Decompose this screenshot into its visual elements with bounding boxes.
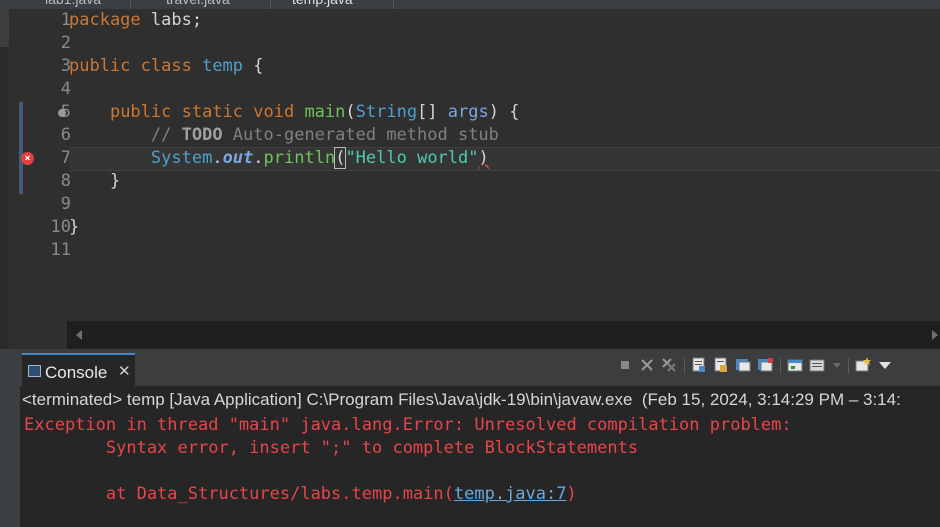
console-left-edge <box>0 349 20 527</box>
word-wrap-icon[interactable] <box>712 356 730 374</box>
code-line-1: package labs; <box>69 9 202 32</box>
line-number-gutter[interactable]: 1 2 3 4 5 6 × 7 8 9 10 11 <box>9 9 71 349</box>
line-number: 7 <box>60 148 71 168</box>
code-editor[interactable]: 1 2 3 4 5 6 × 7 8 9 10 11 package labs; … <box>9 9 940 349</box>
class-name: System <box>150 148 213 168</box>
show-on-stdout-icon[interactable] <box>734 356 752 374</box>
method-name: println <box>263 148 336 168</box>
code-line-5: public static void main(String[] args) { <box>69 101 520 124</box>
remove-launch-icon[interactable] <box>638 356 656 374</box>
comment: // <box>150 125 182 145</box>
stderr-line: Exception in thread "main" java.lang.Err… <box>24 415 802 435</box>
code-line-6: // TODO Auto-generated method stub <box>69 124 499 147</box>
line-number: 4 <box>60 79 71 99</box>
scroll-lock-icon[interactable] <box>690 356 708 374</box>
code-text: } <box>69 217 80 237</box>
parameter-name: args <box>447 102 489 122</box>
comment: Auto-generated method stub <box>222 125 499 145</box>
code-line-7: System.out.println("Hello world") <box>69 147 489 170</box>
code-text: { <box>243 56 264 76</box>
terminated-status: <terminated> temp [Java Application] C:\… <box>22 390 901 409</box>
source-link[interactable]: temp.java:7 <box>454 484 567 504</box>
syntax-error-squiggle: ) <box>478 148 489 168</box>
editor-tabs: lab1.java travel.java temp.java <box>0 0 940 9</box>
editor-tab-travel[interactable]: travel.java <box>166 0 230 9</box>
tab-console[interactable]: Console ✕ <box>22 353 135 388</box>
stderr-line: Syntax error, insert ";" to complete Blo… <box>24 438 639 458</box>
display-selected-console-icon[interactable] <box>808 356 826 374</box>
code-text: } <box>69 171 121 191</box>
matching-bracket: ( <box>334 147 347 169</box>
remove-all-terminated-icon[interactable] <box>660 356 678 374</box>
show-on-stderr-icon[interactable] <box>756 356 774 374</box>
terminate-icon[interactable] <box>616 356 634 374</box>
line-number: 1 <box>60 10 71 30</box>
code-line-3: public class temp { <box>69 55 264 78</box>
code-text: . <box>253 148 264 168</box>
view-menu-icon[interactable] <box>876 356 894 374</box>
line-number: 6 <box>60 125 71 145</box>
line-number: 9 <box>60 194 71 214</box>
tab-separator <box>393 0 394 9</box>
pin-console-icon[interactable] <box>786 356 804 374</box>
display-console-dropdown-icon[interactable] <box>828 356 846 374</box>
tab-separator <box>130 0 131 9</box>
keyword: public static void <box>109 102 295 122</box>
toolbar-separator <box>780 358 781 374</box>
line-number: 3 <box>60 56 71 76</box>
toolbar-separator <box>684 358 685 374</box>
console-output[interactable]: <terminated> temp [Java Application] C:\… <box>20 386 940 527</box>
static-field: out <box>222 148 254 168</box>
line-number: 5 <box>41 101 71 124</box>
horizontal-scrollbar[interactable] <box>67 321 940 349</box>
editor-left-edge-inner <box>0 47 9 349</box>
code-text: . <box>212 148 223 168</box>
stack-trace-line: at Data_Structures/labs.temp.main(temp.j… <box>24 484 577 504</box>
class-name: temp <box>202 56 244 76</box>
scroll-right-icon[interactable] <box>932 330 938 340</box>
todo-tag: TODO <box>181 125 223 145</box>
close-icon[interactable]: ✕ <box>118 362 131 380</box>
code-text: ( <box>345 102 356 122</box>
error-marker-icon[interactable]: × <box>21 152 34 165</box>
console-header: Console ✕ <box>20 349 940 388</box>
new-console-icon[interactable] <box>854 356 872 374</box>
keyword: public class <box>69 56 192 76</box>
quick-diff-ruler <box>19 102 23 194</box>
console-icon <box>28 365 41 377</box>
toolbar-separator <box>848 358 849 374</box>
console-tab-label: Console <box>45 363 108 382</box>
code-line-10: } <box>69 216 79 239</box>
method-name: main <box>304 102 346 122</box>
line-number: 2 <box>60 33 71 53</box>
code-text-area[interactable]: package labs; public class temp { public… <box>69 9 940 321</box>
code-text: labs; <box>140 10 203 30</box>
scroll-left-icon[interactable] <box>76 330 82 340</box>
editor-left-edge <box>0 9 9 349</box>
line-number: 10 <box>50 217 71 237</box>
editor-tab-temp[interactable]: temp.java <box>292 0 353 9</box>
stack-trace-text: at Data_Structures/labs.temp.main( <box>24 484 454 504</box>
fold-collapse-icon[interactable] <box>58 109 66 117</box>
code-line-8: } <box>69 170 120 193</box>
code-text: [] <box>417 102 438 122</box>
line-number: 8 <box>60 171 71 191</box>
editor-tab-lab1[interactable]: lab1.java <box>45 0 101 9</box>
tab-separator <box>270 0 271 9</box>
console-view: Console ✕ <terminated> temp [Java Applic… <box>0 349 940 527</box>
keyword: package <box>69 10 141 30</box>
type-name: String <box>355 102 418 122</box>
string-literal: "Hello world" <box>345 148 479 168</box>
code-text: ) { <box>488 102 520 122</box>
line-number: 11 <box>50 240 71 260</box>
stack-trace-text: ) <box>566 484 577 504</box>
